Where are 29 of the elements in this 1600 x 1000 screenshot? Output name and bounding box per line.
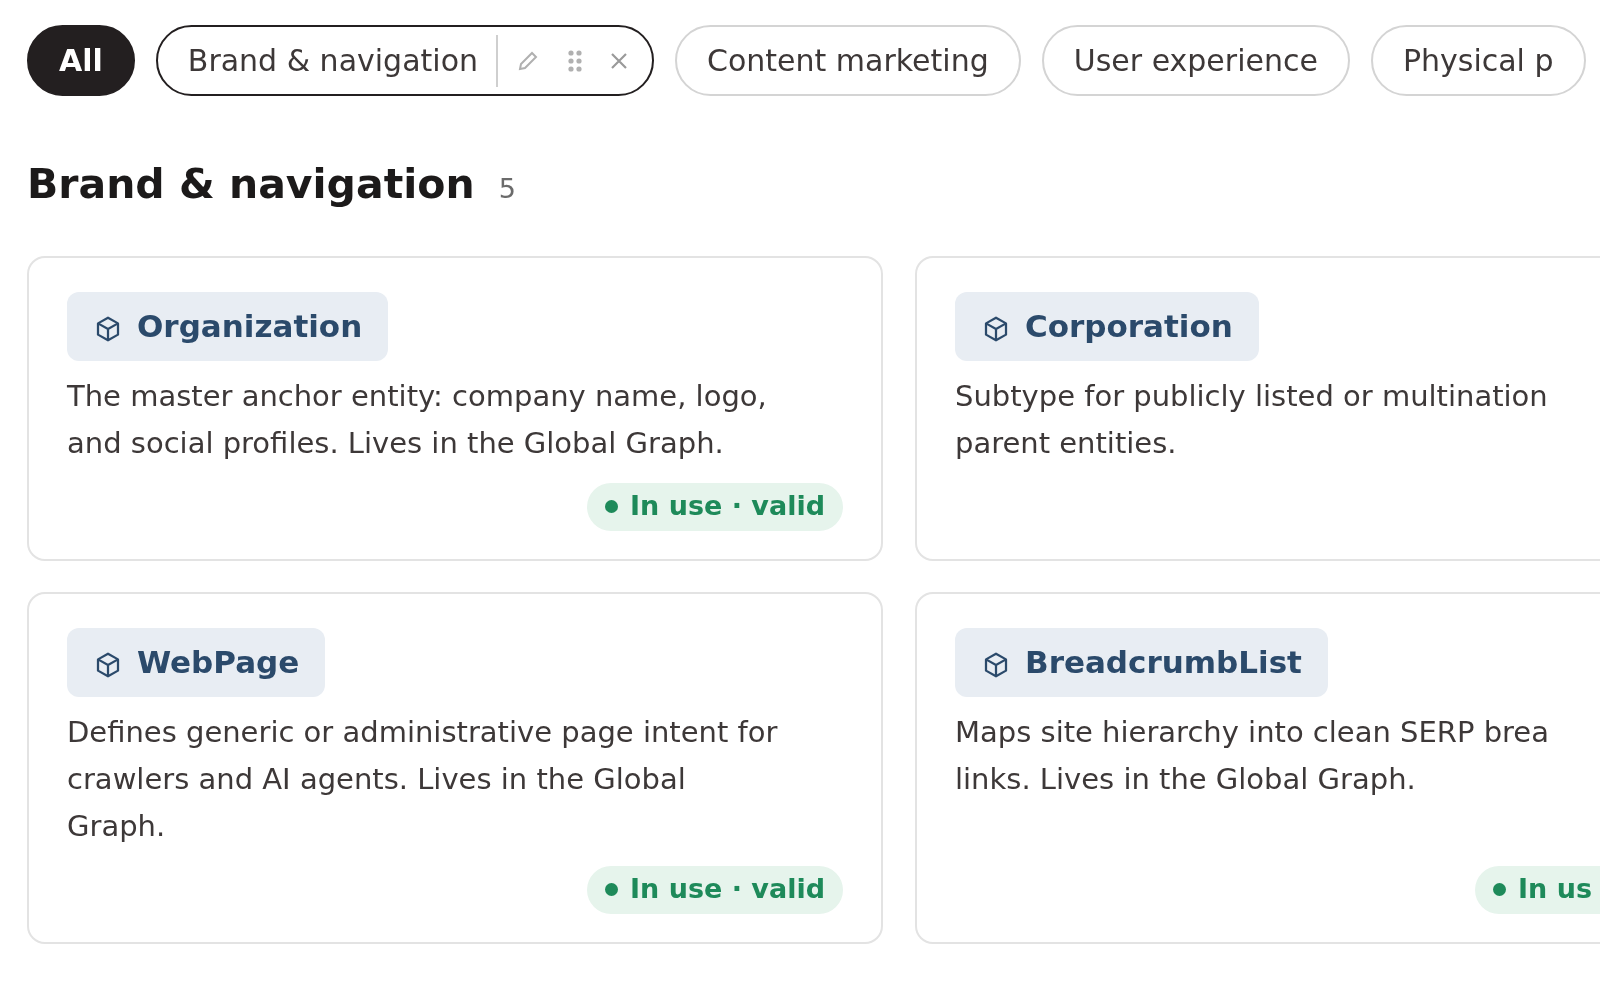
filter-chip[interactable]: Brand & navigation — [155, 25, 654, 96]
schema-description: The master anchor entity: company name, logo, and social profiles. Lives in the Global Graph. — [67, 377, 767, 462]
schema-card[interactable]: Organization The master anchor entity: company name, logo, and social profiles. Lives in the Global Graph. In use · valid — [27, 255, 883, 561]
filter-label: Brand & navigation — [187, 42, 478, 80]
schema-description: Maps site hierarchy into clean SERP brea links. Lives in the Global Graph. — [955, 713, 1549, 798]
schema-card[interactable]: BreadcrumbList Maps site hierarchy into clean SERP brea links. Lives in the Global Graph. In us — [915, 591, 1600, 944]
filter-label: Physical p — [1402, 42, 1554, 80]
drag-handle-icon[interactable] — [568, 49, 582, 72]
filter-label: All — [59, 42, 103, 80]
filter-label: User experience — [1073, 42, 1318, 80]
schema-description: Subtype for publicly listed or multination parent entities. — [955, 377, 1548, 462]
schema-name: WebPage — [137, 642, 300, 682]
filter-chip[interactable]: Content marketing — [675, 25, 1021, 96]
filter-label: Content marketing — [707, 42, 989, 80]
status-text: In use · valid — [630, 872, 825, 907]
filter-chip[interactable]: All — [27, 25, 135, 96]
schema-card[interactable]: Corporation Subtype for publicly listed or multination parent entities. — [915, 255, 1600, 561]
schema-card[interactable]: WebPage Defines generic or administrative page intent for crawlers and AI agents. Lives in the Global Graph. In use · valid — [27, 591, 883, 944]
schema-name: BreadcrumbList — [1025, 642, 1302, 682]
item-count: 5 — [498, 172, 516, 206]
status-text: In us — [1518, 872, 1592, 907]
section-title: Brand & navigation — [27, 159, 475, 210]
schema-description: Defines generic or administrative page intent for crawlers and AI agents. Lives in the Global Graph. — [67, 713, 778, 845]
schema-name: Corporation — [1025, 306, 1233, 346]
status-text: In use · valid — [630, 489, 825, 524]
filter-chip[interactable]: Physical p — [1370, 25, 1586, 96]
schema-name: Organization — [137, 306, 363, 346]
filter-chip[interactable]: User experience — [1041, 25, 1350, 96]
close-icon[interactable] — [610, 51, 628, 70]
